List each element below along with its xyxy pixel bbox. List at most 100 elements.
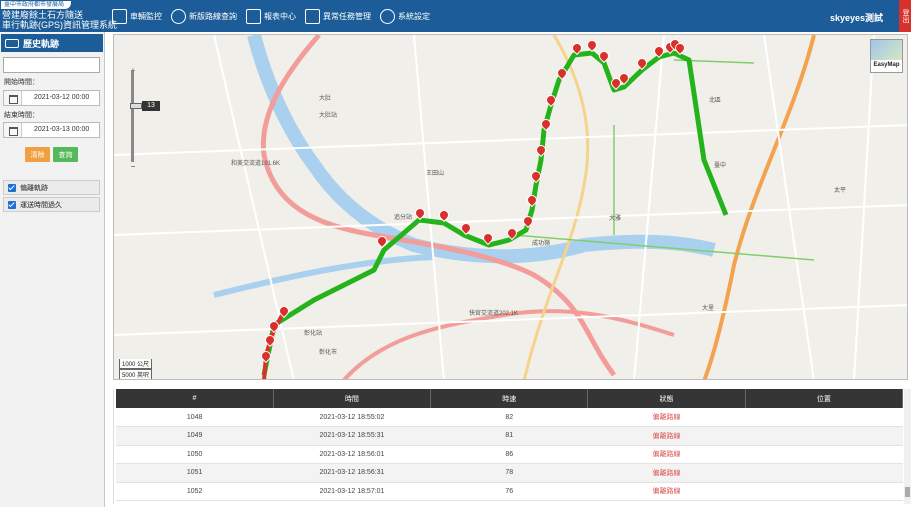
- col-time[interactable]: 時間: [273, 389, 432, 408]
- nav-label: 車輛監控: [130, 11, 162, 21]
- cell-status: 偏離路線: [587, 482, 746, 501]
- cell-time: 2021-03-12 18:55:31: [273, 426, 431, 446]
- zoom-level: 13: [142, 101, 160, 111]
- option-overtime[interactable]: 運送時間過久: [3, 197, 100, 212]
- system-title: 營建廢餘土石方隨送 車行軌跡(GPS)資訊管理系統: [2, 10, 117, 30]
- nav-route-search[interactable]: 新版路線查詢: [171, 6, 237, 26]
- calendar-icon[interactable]: [4, 91, 22, 105]
- end-time-value: 2021-03-13 00:00: [34, 126, 90, 133]
- easymap-thumbnail: [871, 40, 902, 60]
- scrollbar-thumb[interactable]: [905, 487, 910, 497]
- cell-location: [745, 445, 903, 464]
- easymap-label: EasyMap: [873, 62, 900, 68]
- scale-bar-imperial: 5000 英呎: [119, 369, 153, 379]
- cell-time: 2021-03-12 18:56:31: [273, 463, 431, 483]
- zoom-slider[interactable]: [127, 70, 138, 162]
- sidebar-header: 歷史軌跡: [1, 34, 103, 52]
- cell-location: [745, 426, 903, 446]
- table-scrollbar[interactable]: [904, 389, 911, 504]
- start-time-label: 開始時間：: [4, 79, 39, 86]
- col-number[interactable]: #: [116, 389, 274, 408]
- place-label: 北區: [709, 98, 722, 104]
- col-status[interactable]: 狀態: [587, 389, 746, 408]
- cell-status: 偏離路線: [587, 426, 746, 446]
- cell-number: 1052: [116, 482, 274, 501]
- table-row[interactable]: 1049 2021-03-12 18:55:31 81 偏離路線: [116, 426, 903, 446]
- track-table: # 時間 時速 狀態 位置 1048 2021-03-12 18:55:02 8…: [113, 389, 906, 504]
- truck-monitor-icon: [112, 8, 127, 24]
- table-row[interactable]: 1050 2021-03-12 18:56:01 86 偏離路線: [116, 445, 903, 464]
- nav-vehicle-monitor[interactable]: 車輛監控: [112, 6, 162, 26]
- nav-label: 異常任務管理: [323, 11, 371, 21]
- nav-alert-task[interactable]: 異常任務管理: [305, 6, 371, 26]
- main-nav: 車輛監控 新版路線查詢 報表中心 異常任務管理 系統設定: [112, 6, 439, 26]
- user-name[interactable]: skyeyes測試: [830, 11, 883, 24]
- zoom-handle[interactable]: [130, 103, 142, 109]
- cell-status: 偏離路線: [587, 445, 746, 464]
- place-label: 臺中: [714, 163, 727, 169]
- place-label: 快官交流道202.1K: [469, 311, 519, 317]
- zoom-out-button[interactable]: −: [129, 163, 137, 171]
- system-title-line1: 營建廢餘土石方隨送: [2, 10, 84, 20]
- track-data-table: # 時間 時速 狀態 位置 1048 2021-03-12 18:55:02 8…: [116, 389, 904, 501]
- map-canvas[interactable]: [114, 35, 908, 380]
- logout-button[interactable]: 登出: [899, 0, 911, 32]
- minor-roads: [114, 35, 907, 379]
- table-row[interactable]: 1051 2021-03-12 18:56:31 78 偏離路線: [116, 463, 903, 483]
- cell-location: [745, 463, 903, 483]
- cell-time: 2021-03-12 18:56:01: [273, 445, 431, 464]
- place-label: 和美交流道191.6K: [231, 161, 281, 167]
- easymap-switch[interactable]: EasyMap: [870, 39, 903, 73]
- system-title-line2: 車行軌跡(GPS)資訊管理系統: [2, 20, 118, 30]
- cell-number: 1051: [116, 463, 274, 483]
- start-time-value: 2021-03-12 00:00: [34, 94, 90, 101]
- nav-label: 報表中心: [264, 11, 296, 21]
- start-time-field[interactable]: 2021-03-12 00:00: [3, 90, 100, 106]
- vehicle-search-input[interactable]: [3, 57, 100, 73]
- option-label: 偏離軌跡: [20, 184, 48, 192]
- query-button[interactable]: 查詢: [53, 147, 78, 162]
- nav-label: 系統設定: [398, 11, 430, 21]
- gov-tag: 臺中市政府都市發展局: [1, 1, 71, 9]
- option-deviation[interactable]: 偏離軌跡: [3, 180, 100, 195]
- end-time-label: 結束時間：: [4, 112, 39, 119]
- cell-status: 偏離路線: [587, 408, 746, 427]
- place-label: 彰化站: [304, 331, 323, 337]
- checkbox-checked-icon[interactable]: [8, 183, 16, 192]
- freeway: [342, 309, 675, 379]
- cell-speed: 86: [430, 445, 588, 464]
- calendar-icon[interactable]: [4, 123, 22, 137]
- cell-location: [745, 482, 903, 501]
- clear-button[interactable]: 清除: [25, 147, 50, 162]
- place-label: 太平: [834, 188, 847, 194]
- cell-time: 2021-03-12 18:57:01: [273, 482, 431, 501]
- route-search-icon: [171, 8, 186, 24]
- cell-speed: 76: [430, 482, 588, 501]
- col-location[interactable]: 位置: [745, 389, 904, 408]
- nav-report-center[interactable]: 報表中心: [246, 6, 296, 26]
- checkbox-checked-icon[interactable]: [8, 200, 16, 209]
- cell-speed: 78: [430, 463, 588, 483]
- end-time-field[interactable]: 2021-03-13 00:00: [3, 122, 100, 138]
- table-row[interactable]: 1052 2021-03-12 18:57:01 76 偏離路線: [116, 482, 903, 501]
- place-label: 大肚: [319, 96, 332, 102]
- nav-settings[interactable]: 系統設定: [380, 6, 430, 26]
- report-icon: [246, 8, 261, 24]
- place-label: 追分站: [394, 215, 413, 221]
- app-header: 臺中市政府都市發展局 營建廢餘土石方隨送 車行軌跡(GPS)資訊管理系統 車輛監…: [0, 0, 911, 32]
- place-label: 王田山: [426, 171, 445, 177]
- option-label: 運送時間過久: [20, 201, 62, 209]
- zoom-track[interactable]: [131, 70, 134, 162]
- place-label: 大肚站: [319, 113, 338, 119]
- table-header-row: # 時間 時速 狀態 位置: [116, 389, 904, 408]
- place-label: 大雅: [609, 216, 622, 222]
- scale-bar-metric: 1000 公尺: [119, 359, 153, 369]
- map-view[interactable]: 大肚站 和美交流道191.6K 追分站 王田山 大肚 彰化站 彰化市 快官交流道…: [113, 34, 908, 380]
- place-label: 成功嶺: [532, 241, 551, 247]
- col-speed[interactable]: 時速: [430, 389, 589, 408]
- cell-time: 2021-03-12 18:55:02: [273, 408, 431, 427]
- truck-icon: [5, 38, 19, 48]
- sidebar-title: 歷史軌跡: [23, 38, 60, 49]
- table-row[interactable]: 1048 2021-03-12 18:55:02 82 偏離路線: [116, 408, 903, 427]
- cell-number: 1049: [116, 426, 274, 446]
